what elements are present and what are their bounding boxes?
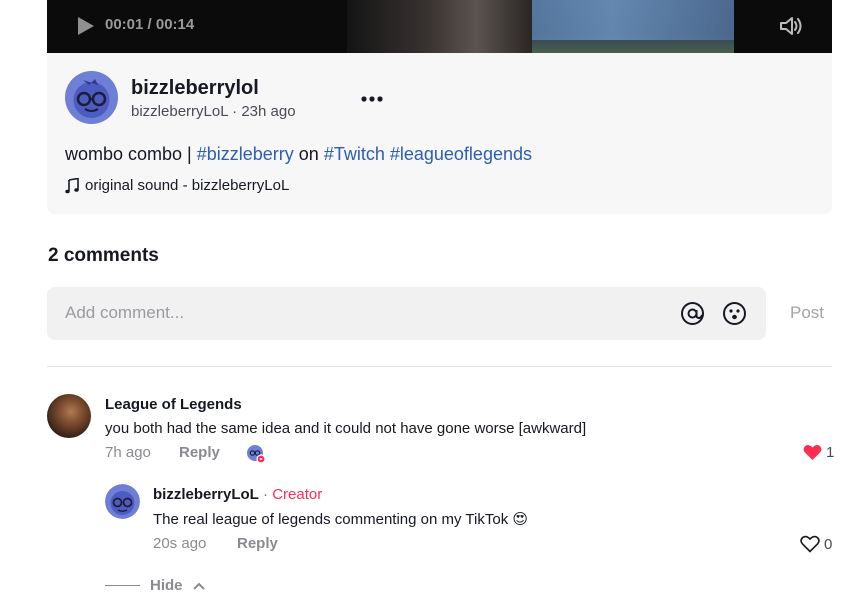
like-count: 1 bbox=[826, 444, 835, 461]
like-button[interactable]: 0 bbox=[800, 535, 832, 553]
music-note-icon bbox=[65, 177, 79, 193]
post-age: 23h ago bbox=[241, 103, 296, 120]
reply-age: 20s ago bbox=[153, 535, 207, 552]
author-handle[interactable]: bizzleberryLoL bbox=[131, 103, 228, 120]
sound-label: original sound - bizzleberryLoL bbox=[85, 177, 290, 194]
comments-divider bbox=[47, 366, 832, 367]
sound-link[interactable]: original sound - bizzleberryLoL bbox=[65, 177, 289, 194]
comment-input[interactable] bbox=[65, 300, 645, 326]
comment-age: 7h ago bbox=[105, 444, 151, 461]
hide-line bbox=[105, 585, 140, 586]
creator-badge: · Creator bbox=[258, 486, 323, 503]
hide-replies-button[interactable]: Hide bbox=[105, 577, 205, 594]
author-display-name[interactable]: bizzleberrylol bbox=[131, 77, 259, 100]
emoji-icon[interactable] bbox=[722, 301, 747, 326]
like-button[interactable]: 1 bbox=[803, 444, 834, 461]
commenter-avatar-bizzleberry[interactable] bbox=[105, 484, 140, 519]
description-text-mid: on bbox=[293, 144, 324, 164]
commenter-avatar-league[interactable] bbox=[47, 394, 91, 438]
video-game-frame bbox=[532, 0, 734, 53]
comment-author[interactable]: League of Legends bbox=[105, 396, 242, 413]
chevron-up-icon bbox=[192, 582, 205, 590]
game-hud bbox=[532, 0, 734, 40]
reply-author-name[interactable]: bizzleberryLoL bbox=[153, 486, 259, 503]
mention-icon[interactable] bbox=[680, 301, 705, 326]
reply-text: The real league of legends commenting on… bbox=[153, 511, 528, 528]
volume-icon[interactable] bbox=[778, 13, 804, 39]
play-icon[interactable] bbox=[73, 14, 97, 38]
author-avatar[interactable] bbox=[65, 71, 118, 124]
more-options-icon[interactable] bbox=[360, 95, 384, 103]
comment-input-box[interactable] bbox=[47, 287, 766, 340]
hide-label: Hide bbox=[150, 577, 183, 594]
heart-outline-icon bbox=[800, 535, 820, 553]
video-player[interactable]: 00:01 / 00:14 bbox=[47, 0, 832, 53]
liked-by-creator-badge bbox=[247, 445, 266, 464]
comments-count: 2 comments bbox=[48, 245, 159, 266]
comment-text: you both had the same idea and it could … bbox=[105, 420, 587, 437]
like-count: 0 bbox=[824, 535, 833, 553]
post-description: wombo combo | #bizzleberry on #Twitch #l… bbox=[65, 144, 532, 165]
subline-separator: · bbox=[228, 103, 242, 120]
reply-button[interactable]: Reply bbox=[179, 444, 220, 461]
video-time: 00:01 / 00:14 bbox=[105, 16, 195, 33]
author-subline: bizzleberryLoL · 23h ago bbox=[131, 103, 296, 120]
hashtag-twitch[interactable]: #Twitch bbox=[324, 144, 385, 164]
post-info-card: bizzleberrylol bizzleberryLoL · 23h ago … bbox=[47, 53, 832, 214]
description-text: wombo combo | bbox=[65, 144, 197, 164]
heart-filled-icon bbox=[803, 445, 822, 460]
hashtag-bizzleberry[interactable]: #bizzleberry bbox=[197, 144, 294, 164]
hashtag-leagueoflegends[interactable]: #leagueoflegends bbox=[390, 144, 532, 164]
post-comment-button[interactable]: Post bbox=[790, 303, 824, 323]
reply-author: bizzleberryLoL · Creator bbox=[153, 486, 322, 503]
video-frame bbox=[347, 0, 532, 53]
reply-button[interactable]: Reply bbox=[237, 535, 278, 552]
